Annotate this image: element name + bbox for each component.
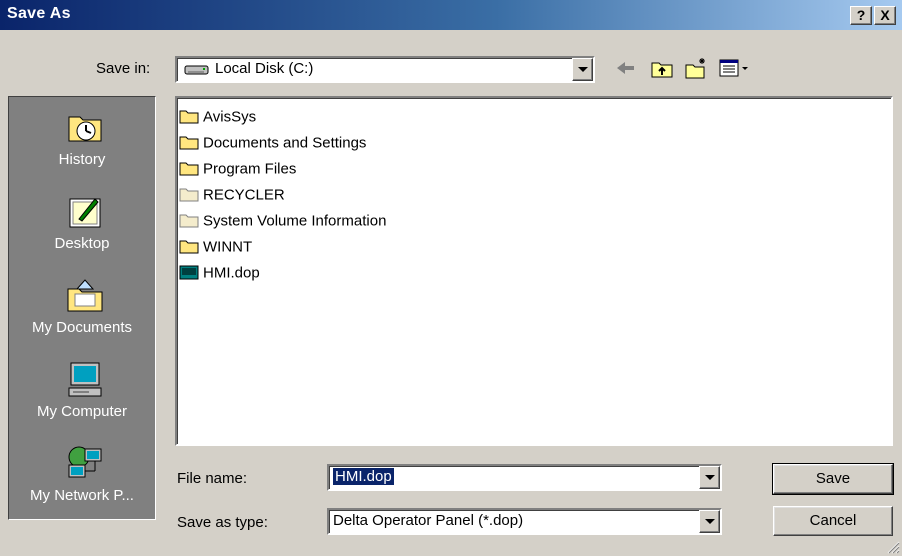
history-icon	[68, 116, 102, 142]
folder-icon	[179, 110, 199, 124]
up-folder-icon[interactable]	[650, 56, 674, 80]
places-bar: History Desktop My Documents My Computer	[8, 96, 156, 520]
resize-grip-icon[interactable]	[886, 540, 900, 554]
title-bar[interactable]: Save As ? X	[0, 0, 902, 30]
save-button[interactable]: Save	[772, 463, 894, 495]
places-my-documents[interactable]: My Documents	[9, 271, 155, 355]
file-list[interactable]: AvisSys Documents and Settings Program F…	[175, 96, 893, 446]
hidden-folder-icon	[179, 214, 199, 228]
save-as-type-value: Delta Operator Panel (*.dop)	[333, 512, 524, 529]
list-item[interactable]: AvisSys	[179, 108, 256, 126]
file-name-label: File name:	[177, 470, 248, 487]
my-documents-icon	[67, 279, 103, 312]
list-item[interactable]: Documents and Settings	[179, 134, 366, 152]
file-name-value: HMI.dop	[333, 468, 394, 485]
save-as-type-label: Save as type:	[177, 514, 268, 531]
folder-icon	[179, 240, 199, 254]
help-button[interactable]: ?	[850, 6, 872, 25]
hard-disk-icon	[184, 65, 209, 75]
places-my-computer[interactable]: My Computer	[9, 355, 155, 439]
save-in-value: Local Disk (C:)	[215, 60, 314, 77]
places-my-network[interactable]: My Network P...	[9, 439, 155, 523]
hidden-folder-icon	[179, 188, 199, 202]
folder-icon	[179, 136, 199, 150]
chevron-down-icon[interactable]	[572, 58, 593, 81]
places-desktop[interactable]: Desktop	[9, 187, 155, 271]
save-in-label: Save in:	[96, 60, 151, 77]
save-in-dropdown[interactable]: Local Disk (C:)	[175, 56, 595, 83]
folder-icon	[179, 162, 199, 176]
list-item[interactable]: System Volume Information	[179, 212, 386, 230]
places-desktop-label: Desktop	[54, 235, 110, 252]
window-title: Save As	[7, 5, 71, 22]
views-menu-icon[interactable]	[718, 56, 752, 80]
file-name-field[interactable]: HMI.dop	[327, 464, 722, 491]
chevron-down-icon[interactable]	[699, 466, 720, 489]
dop-file-icon	[179, 265, 199, 280]
close-button[interactable]: X	[874, 6, 896, 25]
desktop-icon	[69, 198, 101, 228]
save-as-type-dropdown[interactable]: Delta Operator Panel (*.dop)	[327, 508, 722, 535]
places-my-network-label: My Network P...	[30, 487, 134, 504]
list-item[interactable]: RECYCLER	[179, 186, 285, 204]
list-item[interactable]: WINNT	[179, 238, 252, 256]
places-my-documents-label: My Documents	[31, 319, 133, 336]
cancel-button[interactable]: Cancel	[773, 506, 893, 536]
list-item[interactable]: Program Files	[179, 160, 296, 178]
network-places-icon	[68, 446, 102, 478]
places-my-computer-label: My Computer	[36, 403, 128, 420]
back-arrow-icon[interactable]	[614, 56, 638, 80]
my-computer-icon	[68, 362, 102, 397]
list-item[interactable]: HMI.dop	[179, 264, 260, 282]
new-folder-icon[interactable]	[684, 56, 708, 80]
chevron-down-icon[interactable]	[699, 510, 720, 533]
places-history-label: History	[58, 151, 106, 168]
places-history[interactable]: History	[9, 103, 155, 187]
